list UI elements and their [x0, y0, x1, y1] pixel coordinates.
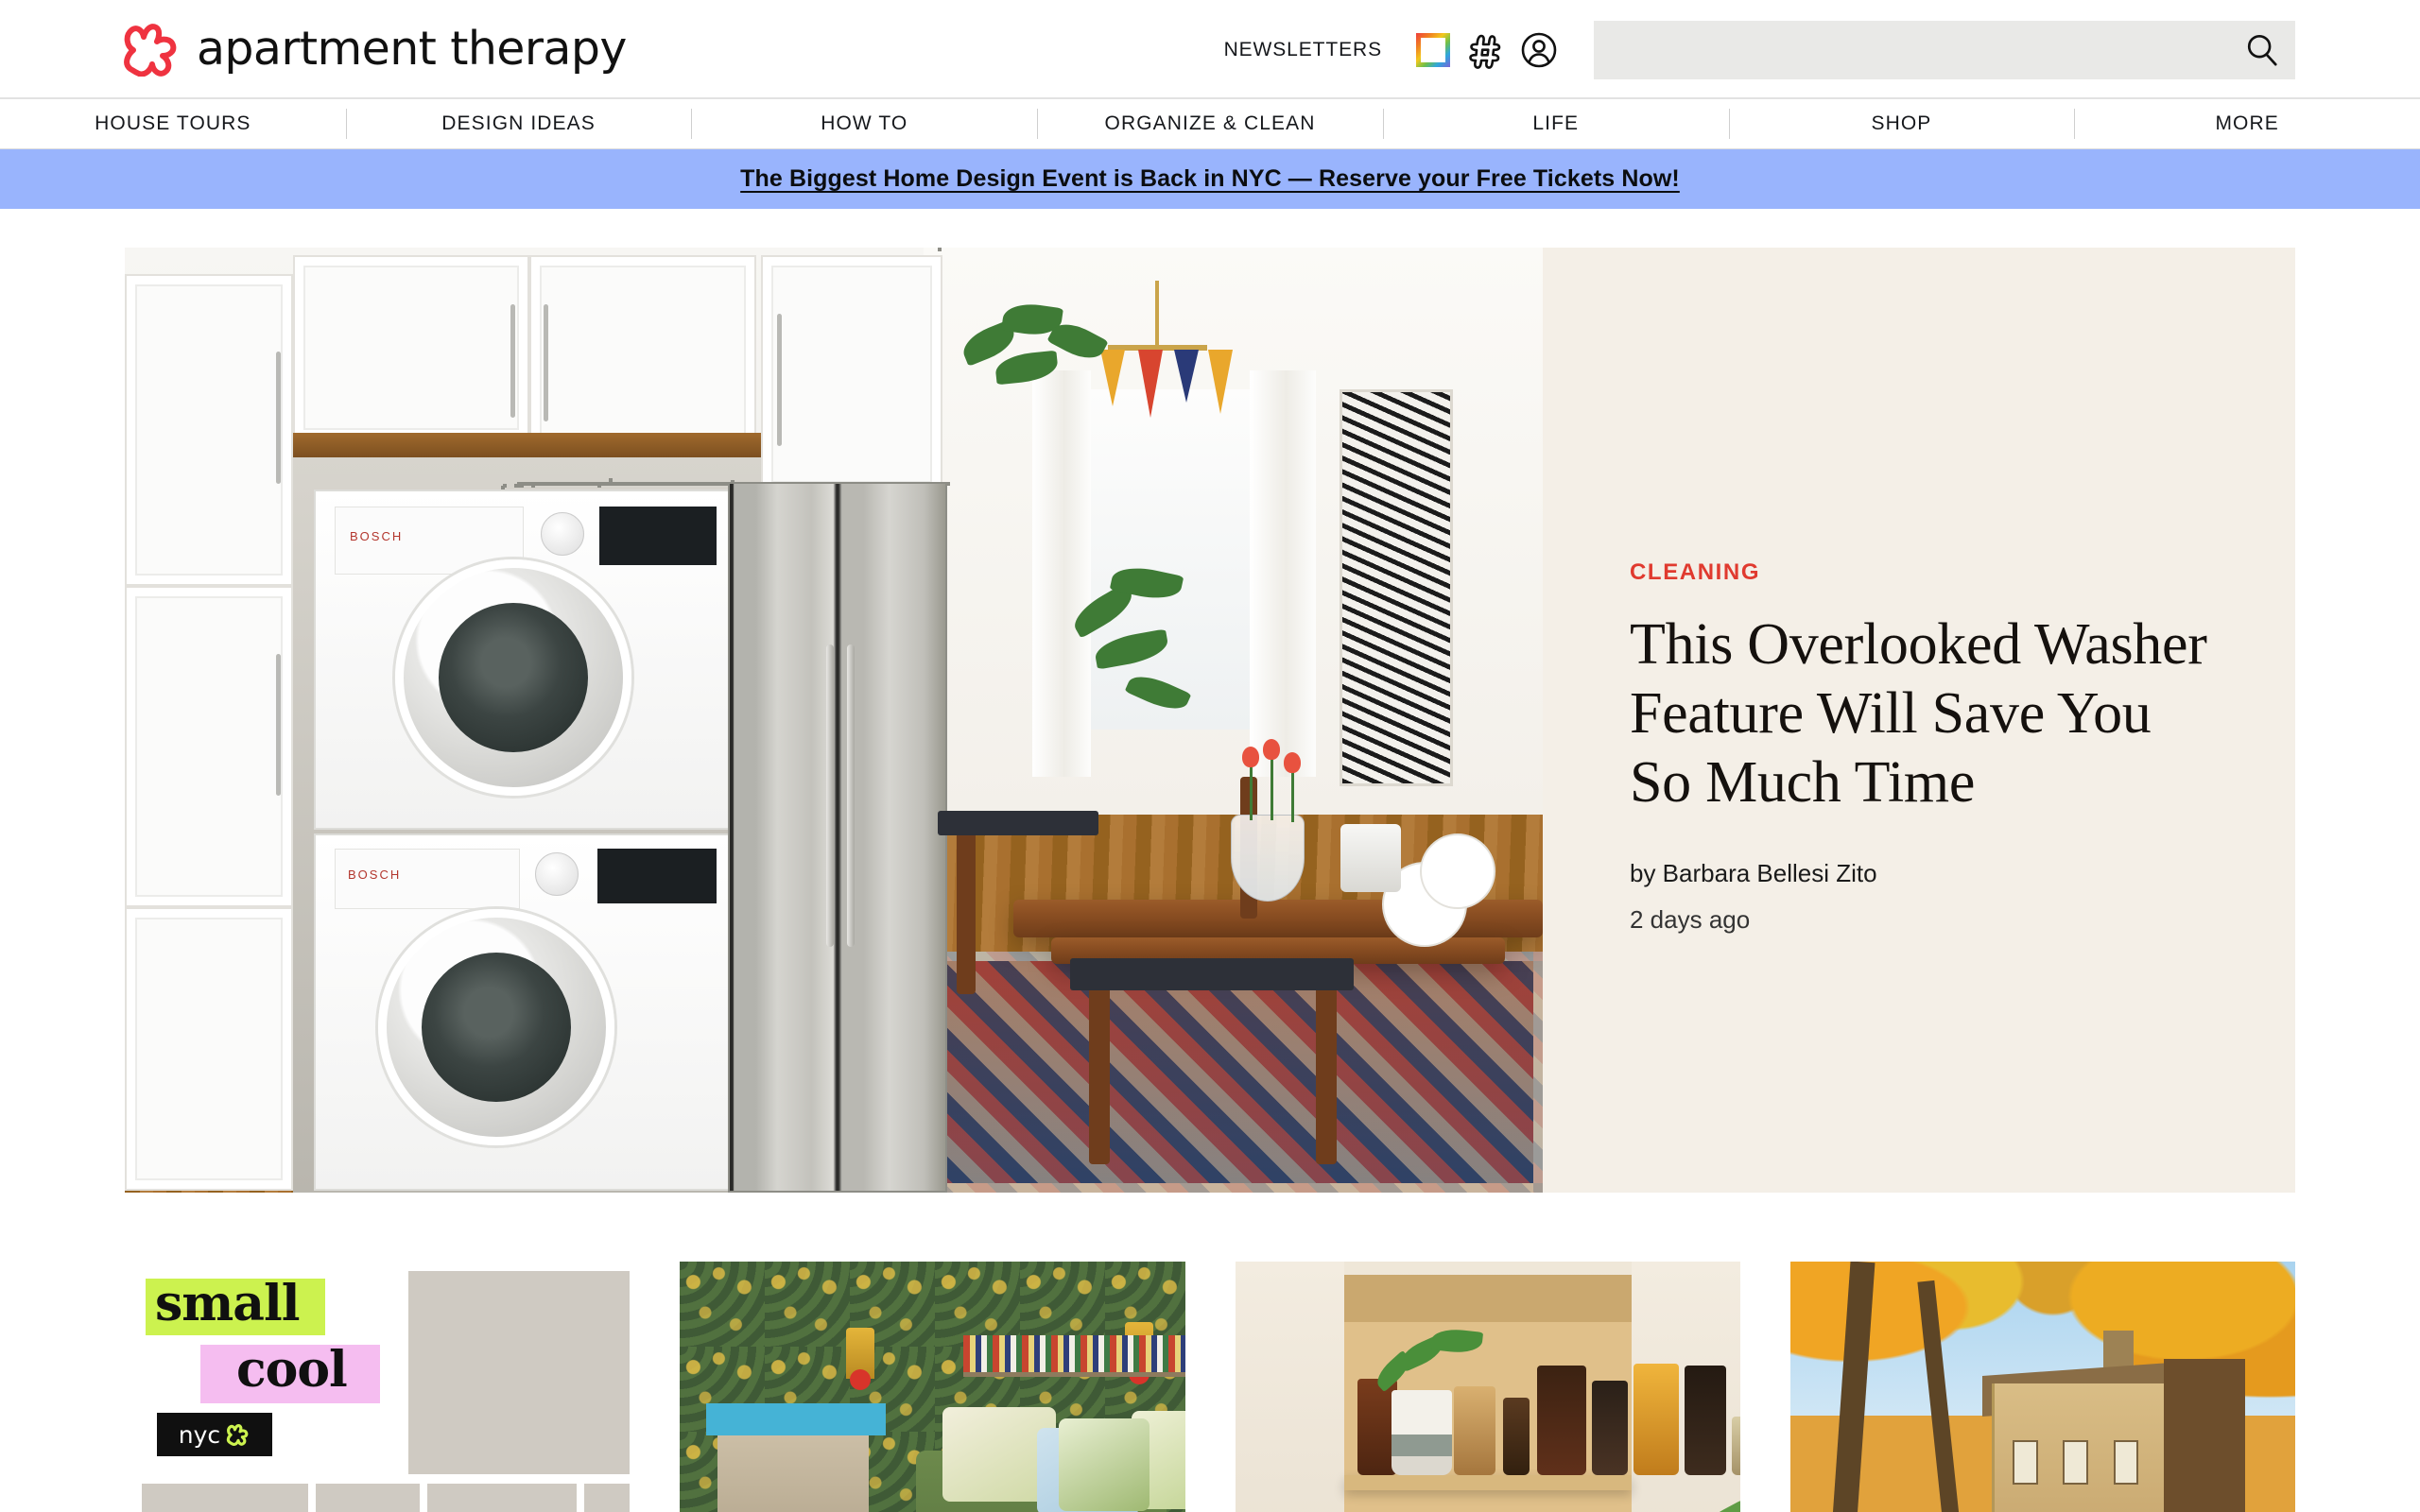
fireplace-body — [717, 1435, 870, 1512]
squiggle-blob-logo-icon — [124, 23, 177, 77]
house-gable — [2164, 1359, 2245, 1512]
hero-category-label[interactable]: CLEANING — [1630, 559, 2221, 586]
cool-word: cool — [236, 1341, 348, 1399]
sofa — [916, 1407, 1185, 1512]
jar — [1591, 1381, 1628, 1475]
promo-banner-link[interactable]: The Biggest Home Design Event is Back in… — [740, 165, 1680, 193]
collage-tile — [142, 1484, 308, 1512]
hero-byline[interactable]: by Barbara Bellesi Zito — [1630, 859, 2221, 888]
article-card-row: small cool nyc — [0, 1193, 2420, 1512]
card-pantry-cabinet[interactable] — [1235, 1262, 1740, 1512]
nav-item-shop[interactable]: SHOP — [1728, 99, 2075, 148]
account-icon[interactable] — [1512, 24, 1565, 77]
instagram-rainbow-icon[interactable] — [1407, 24, 1460, 77]
nav-item-organize-clean[interactable]: ORGANIZE & CLEAN — [1037, 99, 1383, 148]
search-icon[interactable] — [2244, 32, 2280, 68]
cabinet-door-left — [1235, 1262, 1344, 1512]
card-small-cool-nyc[interactable]: small cool nyc — [125, 1262, 631, 1512]
card-colonial-house-autumn[interactable] — [1789, 1262, 2295, 1512]
card-green-floral-living-room[interactable] — [680, 1262, 1185, 1512]
hero-section: BOSCH BOSCH CLEANING This Overlooked Was… — [0, 209, 2420, 1193]
card-small-cool-nyc-image: small cool nyc — [125, 1262, 631, 1512]
cabinet-shelf — [1343, 1475, 1632, 1490]
jar — [1684, 1366, 1726, 1475]
search-box[interactable] — [1594, 20, 2295, 79]
instagram-rainbow-square — [1416, 32, 1450, 67]
site-logo[interactable]: apartment therapy — [121, 22, 627, 77]
book-shelf — [963, 1335, 1185, 1377]
nav-item-design-ideas[interactable]: DESIGN IDEAS — [345, 99, 692, 148]
nav-item-more[interactable]: MORE — [2074, 99, 2420, 148]
account-glyph — [1521, 32, 1557, 67]
site-header: apartment therapy NEWSLETTERS — [0, 0, 2420, 99]
window — [2063, 1440, 2088, 1486]
jar — [1502, 1398, 1530, 1475]
jar — [1731, 1417, 1740, 1475]
window — [2113, 1440, 2139, 1486]
window — [2012, 1440, 2038, 1486]
nav-item-house-tours[interactable]: HOUSE TOURS — [0, 99, 346, 148]
hashtag-glyph — [1469, 34, 1501, 69]
newsletters-link[interactable]: NEWSLETTERS — [1224, 39, 1382, 61]
collage-tile — [408, 1271, 631, 1474]
collage-tile — [584, 1484, 631, 1512]
hero-timestamp: 2 days ago — [1630, 905, 1751, 935]
jar — [1633, 1364, 1679, 1475]
pillow — [1058, 1418, 1150, 1511]
hero-article: BOSCH BOSCH CLEANING This Overlooked Was… — [125, 248, 2295, 1193]
search-input[interactable] — [1594, 20, 2295, 79]
hero-headline[interactable]: This Overlooked Washer Feature Will Save… — [1630, 610, 2221, 817]
jar — [1536, 1366, 1586, 1475]
hero-image[interactable]: BOSCH BOSCH — [125, 248, 1543, 1193]
nyc-word: nyc — [178, 1420, 221, 1449]
header-actions: NEWSLETTERS — [1224, 0, 2420, 99]
squiggle-blob-logo-icon-small — [227, 1424, 249, 1446]
card-green-floral-living-room-image — [680, 1262, 1185, 1512]
plant-pot — [1391, 1390, 1452, 1475]
blue-mantel — [706, 1403, 887, 1435]
primary-navigation: HOUSE TOURS DESIGN IDEAS HOW TO ORGANIZE… — [0, 99, 2420, 149]
site-logo-text: apartment therapy — [197, 22, 627, 76]
hero-image-scene: BOSCH BOSCH — [125, 248, 1543, 1193]
hashtag-icon[interactable] — [1460, 24, 1512, 77]
nav-item-how-to[interactable]: HOW TO — [691, 99, 1037, 148]
jar — [1453, 1386, 1495, 1475]
nyc-badge: nyc — [157, 1413, 272, 1456]
hero-text-panel: CLEANING This Overlooked Washer Feature … — [1543, 248, 2295, 1193]
promo-banner: The Biggest Home Design Event is Back in… — [0, 149, 2420, 209]
small-word: small — [155, 1275, 300, 1332]
card-pantry-cabinet-image — [1235, 1262, 1740, 1512]
nav-item-life[interactable]: LIFE — [1382, 99, 1729, 148]
collage-tile — [427, 1484, 577, 1512]
wall-sconce — [846, 1328, 875, 1390]
cabinet-interior — [1343, 1275, 1740, 1512]
card-colonial-house-autumn-image — [1789, 1262, 2295, 1512]
collage-tile — [316, 1484, 420, 1512]
